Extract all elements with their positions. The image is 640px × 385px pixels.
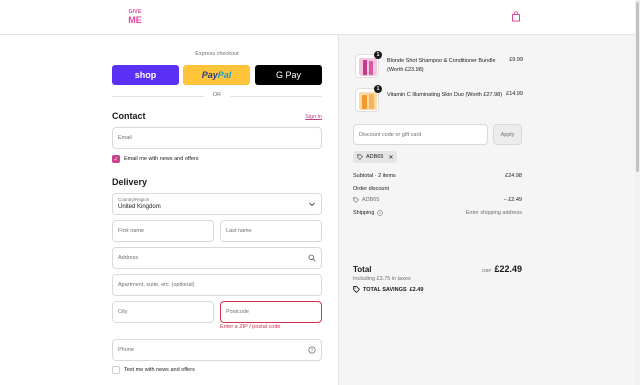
last-name-field[interactable]: Last name	[220, 220, 322, 242]
sign-in-link[interactable]: Sign in	[305, 114, 322, 120]
postcode-placeholder: Postcode	[226, 309, 249, 315]
paypal-label-pal: Pal	[217, 70, 232, 80]
total-currency: GBP	[481, 268, 492, 273]
total-amount: GBP £22.49	[482, 264, 522, 274]
country-label: Country/Region	[118, 197, 150, 202]
shipping-label-group: Shipping ?	[353, 210, 384, 216]
newsletter-checkbox-row[interactable]: ✓ Email me with news and offers	[112, 155, 199, 163]
remove-discount-icon[interactable]: ✕	[388, 154, 393, 161]
tag-icon	[353, 197, 359, 203]
taxes-row: Including £3.75 in taxes	[353, 276, 522, 282]
phone-field[interactable]: Phone ?	[112, 339, 322, 361]
order-discount-code-group: ADB65	[353, 197, 379, 203]
shopping-bag-icon[interactable]	[511, 11, 521, 22]
postcode-field[interactable]: Postcode	[220, 301, 322, 323]
site-header: GIVE ME	[0, 0, 640, 35]
subtotal-value: £24.98	[505, 173, 522, 179]
brand-logo[interactable]: GIVE ME	[128, 9, 142, 25]
text-offers-checkbox[interactable]	[112, 366, 120, 374]
subtotal-row: Subtotal · 2 items £24.98	[353, 173, 522, 179]
applied-discount-chip: ADB65 ✕	[353, 151, 398, 163]
order-discount-row: Order discount	[353, 186, 522, 192]
newsletter-label: Email me with news and offers	[124, 156, 199, 162]
paypal-label-pay: Pay	[201, 70, 218, 80]
total-row: Total GBP £22.49	[353, 264, 522, 274]
delivery-title: Delivery	[112, 177, 148, 187]
email-placeholder: Email	[118, 135, 132, 141]
applied-code-label: ADB65	[366, 154, 384, 160]
tag-icon	[353, 286, 360, 293]
city-field[interactable]: City	[112, 301, 214, 323]
page-scrollbar[interactable]	[635, 0, 640, 385]
logo-line-2: ME	[128, 15, 142, 25]
newsletter-checkbox[interactable]: ✓	[112, 155, 120, 163]
order-discount-detail-row: ADB65 − £2.49	[353, 197, 522, 203]
discount-placeholder: Discount code or gift card	[359, 132, 422, 138]
shipping-label: Shipping	[353, 210, 375, 216]
product-price: £14.99	[506, 91, 523, 97]
chevron-down-icon	[309, 202, 315, 207]
help-circle-icon[interactable]: ?	[377, 210, 384, 216]
shipping-value: Enter shipping address	[465, 210, 522, 216]
tag-icon	[357, 154, 363, 160]
address-placeholder: Address	[118, 255, 139, 261]
quantity-badge: 1	[374, 51, 382, 59]
order-discount-code: ADB65	[362, 197, 380, 203]
svg-text:?: ?	[311, 348, 314, 353]
text-offers-label: Text me with news and offers	[124, 367, 195, 373]
subtotal-label: Subtotal · 2 items	[353, 173, 396, 179]
total-label: Total	[353, 265, 372, 274]
cart-line-item: 1 Vitamin C Illuminating Skin Duo (Worth…	[353, 85, 523, 114]
scrollbar-thumb[interactable]	[636, 2, 639, 172]
text-offers-checkbox-row[interactable]: Text me with news and offers	[112, 366, 195, 374]
cart-line-item: 1 Blonde Shot Shampoo & Conditioner Bund…	[353, 51, 523, 80]
apartment-field[interactable]: Apartment, suite, etc. (optional)	[112, 274, 322, 296]
search-icon	[308, 254, 316, 262]
last-name-placeholder: Last name	[226, 228, 252, 234]
total-value: £22.49	[494, 264, 522, 274]
discount-code-input[interactable]: Discount code or gift card	[353, 124, 488, 145]
product-price: £9.99	[509, 57, 523, 63]
order-discount-label: Order discount	[353, 186, 390, 192]
savings-label: TOTAL SAVINGS	[363, 286, 407, 293]
express-checkout-title: Express checkout	[195, 51, 239, 57]
or-divider: OR	[112, 92, 322, 100]
first-name-field[interactable]: First name	[112, 220, 214, 242]
or-label: OR	[212, 92, 222, 98]
total-savings: TOTAL SAVINGS £2.49	[353, 286, 423, 293]
first-name-placeholder: First name	[118, 228, 144, 234]
apply-discount-button[interactable]: Apply	[493, 124, 522, 145]
paypal-button[interactable]: Pay Pal	[183, 65, 250, 85]
country-select[interactable]: Country/Region United Kingdom	[112, 193, 322, 215]
shipping-row: Shipping ? Enter shipping address	[353, 210, 522, 216]
postcode-error-message: Enter a ZIP / postal code	[220, 324, 281, 330]
phone-placeholder: Phone	[118, 347, 134, 353]
google-pay-button[interactable]: G Pay	[255, 65, 322, 85]
country-value: United Kingdom	[118, 204, 161, 210]
email-field[interactable]: Email	[112, 127, 322, 149]
quantity-badge: 1	[374, 85, 382, 93]
order-discount-value: − £2.49	[503, 197, 522, 203]
product-name: Vitamin C Illuminating Skin Duo (Worth £…	[387, 92, 503, 98]
apartment-placeholder: Apartment, suite, etc. (optional)	[118, 282, 195, 288]
help-circle-icon[interactable]: ?	[308, 346, 316, 354]
shop-pay-button[interactable]: shop	[112, 65, 179, 85]
taxes-note: Including £3.75 in taxes	[353, 276, 411, 282]
contact-title: Contact	[112, 111, 146, 121]
city-placeholder: City	[118, 309, 128, 315]
savings-value: £2.49	[409, 286, 424, 293]
svg-text:?: ?	[379, 211, 381, 215]
address-field[interactable]: Address	[112, 247, 322, 269]
product-name: Blonde Shot Shampoo & Conditioner Bundle…	[387, 58, 496, 73]
